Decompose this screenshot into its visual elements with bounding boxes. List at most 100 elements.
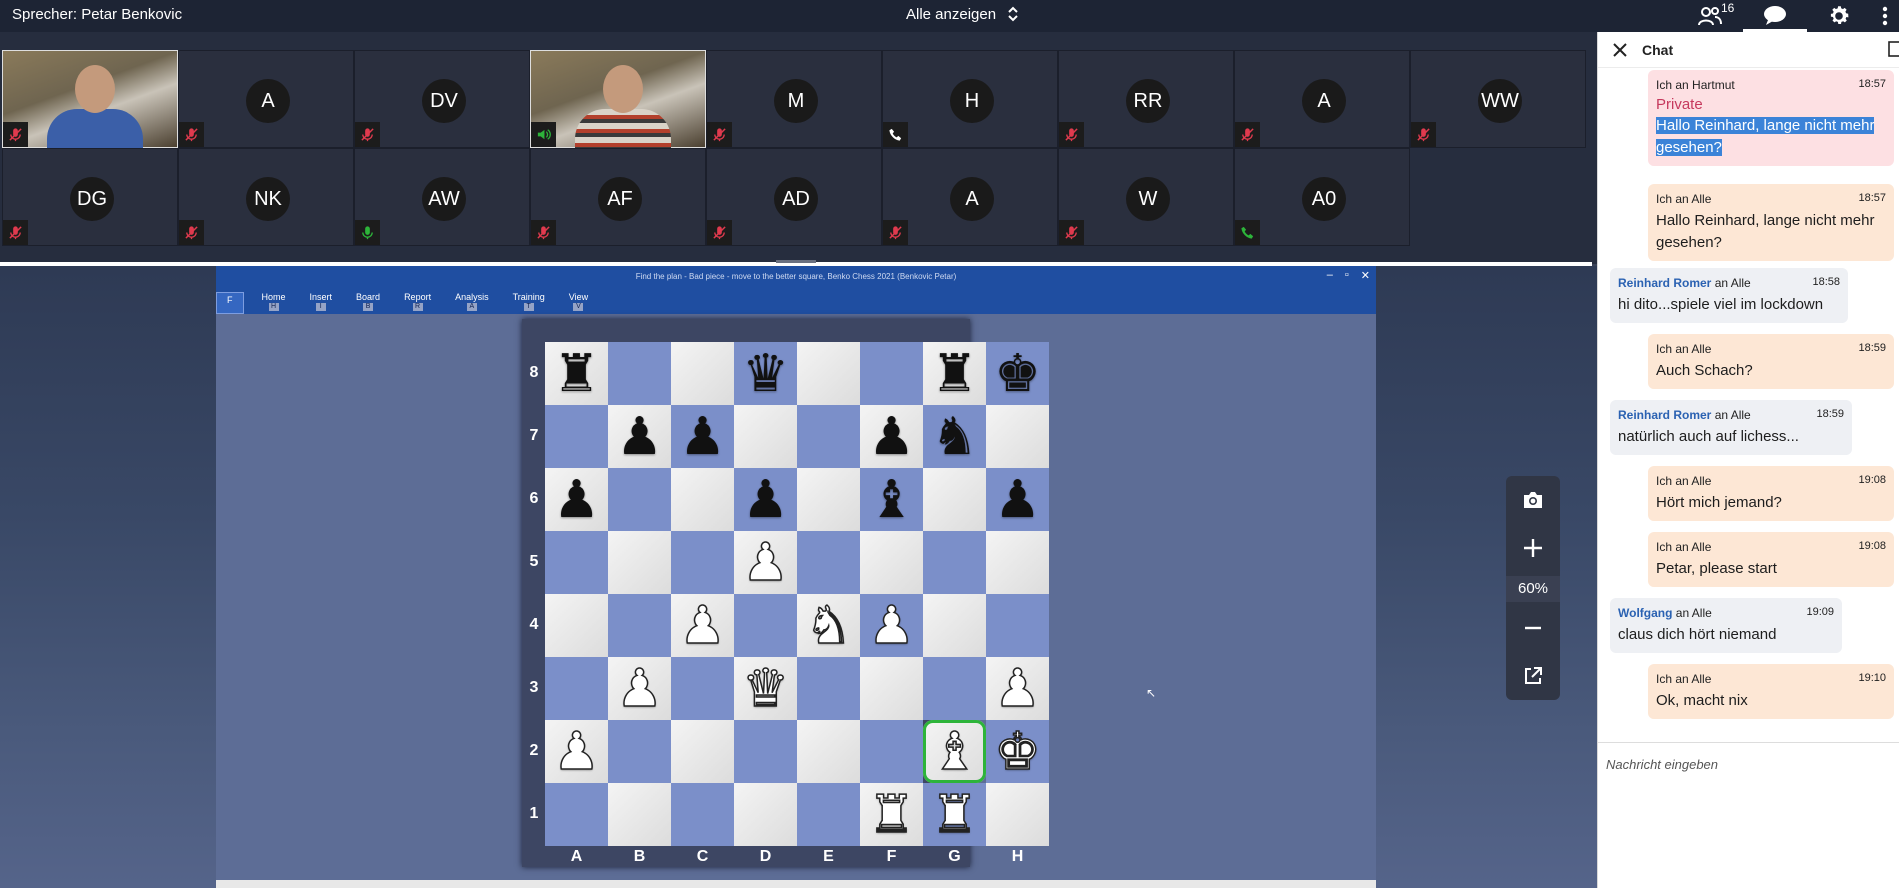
- participant-tile[interactable]: DV: [354, 50, 530, 148]
- square-c7[interactable]: ♟: [671, 405, 734, 468]
- square-f4[interactable]: ♟: [860, 594, 923, 657]
- white-bishop-icon[interactable]: ♝: [930, 725, 978, 779]
- ribbon-tab[interactable]: F: [216, 292, 244, 314]
- square-h5[interactable]: [986, 531, 1049, 594]
- square-a1[interactable]: [545, 783, 608, 846]
- square-d8[interactable]: ♛: [734, 342, 797, 405]
- square-d5[interactable]: ♟: [734, 531, 797, 594]
- participants-button[interactable]: 16: [1677, 0, 1743, 32]
- chat-sender[interactable]: Reinhard Romer: [1618, 408, 1711, 422]
- square-e5[interactable]: [797, 531, 860, 594]
- square-e7[interactable]: [797, 405, 860, 468]
- black-queen-icon[interactable]: ♛: [742, 348, 789, 400]
- ribbon-tab[interactable]: View V: [557, 292, 600, 314]
- zoom-in-button[interactable]: [1517, 532, 1549, 564]
- square-e3[interactable]: [797, 657, 860, 720]
- square-c2[interactable]: [671, 720, 734, 783]
- square-c6[interactable]: [671, 468, 734, 531]
- screenshot-button[interactable]: [1517, 484, 1549, 516]
- square-f1[interactable]: ♜: [860, 783, 923, 846]
- black-king-icon[interactable]: ♚: [994, 348, 1041, 400]
- white-pawn-icon[interactable]: ♟: [741, 536, 789, 590]
- square-c4[interactable]: ♟: [671, 594, 734, 657]
- more-options-button[interactable]: [1871, 0, 1899, 32]
- participant-tile[interactable]: W: [1058, 148, 1234, 246]
- square-a5[interactable]: [545, 531, 608, 594]
- participant-tile[interactable]: DG: [2, 148, 178, 246]
- white-queen-icon[interactable]: ♛: [741, 662, 789, 716]
- square-b4[interactable]: [608, 594, 671, 657]
- ribbon-tab[interactable]: Analysis A: [443, 292, 501, 314]
- open-external-button[interactable]: [1517, 660, 1549, 692]
- square-a2[interactable]: ♟: [545, 720, 608, 783]
- square-b1[interactable]: [608, 783, 671, 846]
- white-knight-icon[interactable]: ♞: [804, 599, 852, 653]
- settings-button[interactable]: [1807, 0, 1871, 32]
- black-pawn-icon[interactable]: ♟: [553, 474, 600, 526]
- square-e6[interactable]: [797, 468, 860, 531]
- square-d7[interactable]: [734, 405, 797, 468]
- square-b2[interactable]: [608, 720, 671, 783]
- participant-video-tile[interactable]: [2, 50, 178, 149]
- close-chat-icon[interactable]: [1610, 40, 1630, 60]
- participant-tile[interactable]: A: [1234, 50, 1410, 148]
- participant-tile[interactable]: RR: [1058, 50, 1234, 148]
- white-pawn-icon[interactable]: ♟: [615, 662, 663, 716]
- zoom-out-button[interactable]: [1517, 612, 1549, 644]
- square-h7[interactable]: [986, 405, 1049, 468]
- square-d4[interactable]: [734, 594, 797, 657]
- square-h4[interactable]: [986, 594, 1049, 657]
- square-h6[interactable]: ♟: [986, 468, 1049, 531]
- black-pawn-icon[interactable]: ♟: [679, 411, 726, 463]
- square-d6[interactable]: ♟: [734, 468, 797, 531]
- square-d1[interactable]: [734, 783, 797, 846]
- square-b7[interactable]: ♟: [608, 405, 671, 468]
- square-f5[interactable]: [860, 531, 923, 594]
- square-h3[interactable]: ♟: [986, 657, 1049, 720]
- square-g1[interactable]: ♜: [923, 783, 986, 846]
- square-a4[interactable]: [545, 594, 608, 657]
- black-pawn-icon[interactable]: ♟: [868, 411, 915, 463]
- participant-tile[interactable]: M: [706, 50, 882, 148]
- black-bishop-icon[interactable]: ♝: [868, 474, 915, 526]
- ribbon-tab[interactable]: Insert I: [298, 292, 345, 314]
- ribbon-tab[interactable]: Board B: [344, 292, 392, 314]
- ribbon-tab[interactable]: Home H: [250, 292, 298, 314]
- participant-tile[interactable]: AD: [706, 148, 882, 246]
- square-h1[interactable]: [986, 783, 1049, 846]
- black-rook-icon[interactable]: ♜: [931, 348, 978, 400]
- square-g2[interactable]: ♝: [923, 720, 986, 783]
- black-pawn-icon[interactable]: ♟: [742, 474, 789, 526]
- square-b8[interactable]: [608, 342, 671, 405]
- square-h2[interactable]: ♚: [986, 720, 1049, 783]
- square-h8[interactable]: ♚: [986, 342, 1049, 405]
- square-c5[interactable]: [671, 531, 734, 594]
- participant-video-tile[interactable]: [530, 50, 706, 149]
- chat-sender[interactable]: Reinhard Romer: [1618, 276, 1711, 290]
- square-a8[interactable]: ♜: [545, 342, 608, 405]
- layout-selector[interactable]: Alle anzeigen: [906, 4, 1020, 24]
- square-f7[interactable]: ♟: [860, 405, 923, 468]
- square-b5[interactable]: [608, 531, 671, 594]
- resize-handle[interactable]: [776, 260, 816, 263]
- square-e8[interactable]: [797, 342, 860, 405]
- white-king-icon[interactable]: ♚: [993, 725, 1041, 779]
- square-g4[interactable]: [923, 594, 986, 657]
- black-rook-icon[interactable]: ♜: [553, 348, 600, 400]
- square-b3[interactable]: ♟: [608, 657, 671, 720]
- popout-icon[interactable]: [1888, 41, 1899, 57]
- square-g7[interactable]: ♞: [923, 405, 986, 468]
- square-g3[interactable]: [923, 657, 986, 720]
- participant-tile[interactable]: AW: [354, 148, 530, 246]
- white-pawn-icon[interactable]: ♟: [993, 662, 1041, 716]
- white-rook-icon[interactable]: ♜: [930, 788, 978, 842]
- square-a6[interactable]: ♟: [545, 468, 608, 531]
- ribbon-tab[interactable]: Report R: [392, 292, 443, 314]
- chat-sender[interactable]: Wolfgang: [1618, 606, 1672, 620]
- square-e2[interactable]: [797, 720, 860, 783]
- square-c1[interactable]: [671, 783, 734, 846]
- square-e4[interactable]: ♞: [797, 594, 860, 657]
- chat-toggle-button[interactable]: [1743, 0, 1807, 32]
- white-rook-icon[interactable]: ♜: [867, 788, 915, 842]
- black-pawn-icon[interactable]: ♟: [994, 474, 1041, 526]
